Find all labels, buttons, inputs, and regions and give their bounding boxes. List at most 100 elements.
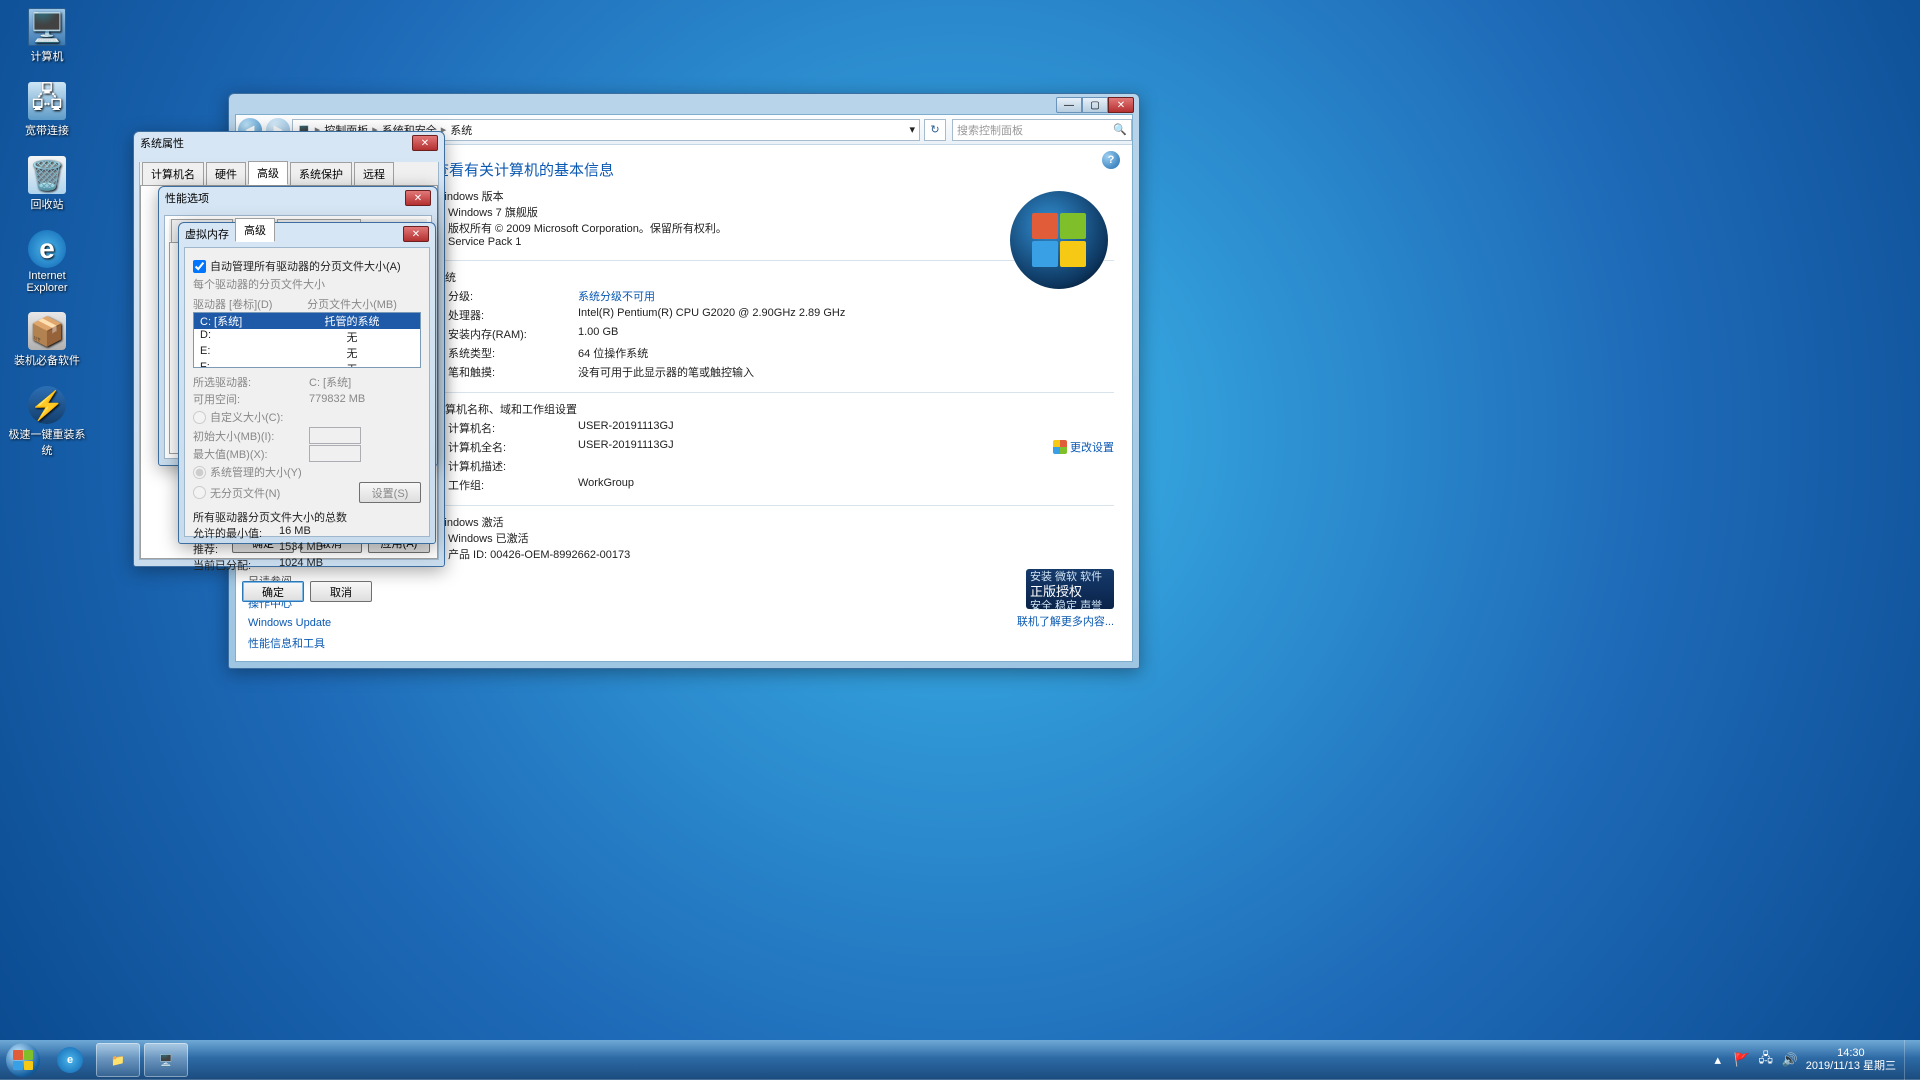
desktop-icon-label: 计算机 [8, 48, 86, 64]
desktop-icon-label: 宽带连接 [8, 122, 86, 138]
section-edition-header: Windows 版本 [434, 188, 1114, 204]
rating-link[interactable]: 系统分级不可用 [578, 288, 1114, 304]
auto-manage-checkbox[interactable]: 自动管理所有驱动器的分页文件大小(A) [193, 258, 421, 274]
volume-icon[interactable]: 🔊 [1782, 1052, 1798, 1068]
taskbar-explorer[interactable]: 📁 [96, 1043, 140, 1077]
see-also-windows-update[interactable]: Windows Update [248, 617, 404, 629]
min-value: 16 MB [279, 525, 311, 541]
clock-date: 2019/11/13 星期三 [1806, 1060, 1896, 1073]
section-system-header: 系统 [434, 269, 1114, 285]
tab-computer-name[interactable]: 计算机名 [142, 162, 204, 185]
show-desktop-button[interactable] [1904, 1040, 1916, 1080]
system-tray: ▴ 🚩 🖧 🔊 14:30 2019/11/13 星期三 [1710, 1040, 1920, 1080]
dialog-title: 性能选项 [165, 190, 209, 206]
rec-value: 1534 MB [279, 541, 323, 557]
computer-name: USER-20191113GJ [578, 420, 1114, 436]
section-domain-header: 计算机名称、域和工作组设置 [434, 401, 1114, 417]
cur-value: 1024 MB [279, 557, 323, 573]
desktop-icon-installer[interactable]: 📦 装机必备软件 [8, 312, 86, 368]
virtual-memory-dialog: 虚拟内存 ✕ 自动管理所有驱动器的分页文件大小(A) 每个驱动器的分页文件大小 … [178, 222, 436, 544]
action-center-icon[interactable]: 🚩 [1734, 1052, 1750, 1068]
desktop-icon-ie[interactable]: eInternet Explorer [8, 230, 86, 294]
change-settings-link[interactable]: 更改设置 [1053, 439, 1114, 455]
main-header: 查看有关计算机的基本信息 [434, 159, 1114, 180]
section-activation-header: Windows 激活 [434, 514, 1114, 530]
breadcrumb-item[interactable]: 系统 [450, 122, 472, 138]
help-icon[interactable]: ? [1102, 151, 1120, 169]
close-button[interactable]: ✕ [1108, 97, 1134, 113]
minimize-button[interactable]: — [1056, 97, 1082, 113]
dialog-title: 虚拟内存 [185, 226, 229, 242]
maximize-button[interactable]: ▢ [1082, 97, 1108, 113]
dialog-title: 系统属性 [140, 135, 184, 151]
desktop-icon-network[interactable]: 🖧 宽带连接 [8, 82, 86, 138]
set-button: 设置(S) [359, 482, 421, 503]
taskbar-ie[interactable]: e [48, 1043, 92, 1077]
see-also-performance[interactable]: 性能信息和工具 [248, 635, 404, 651]
desktop-icon-recycle[interactable]: 🗑️ 回收站 [8, 156, 86, 212]
free-space: 779832 MB [309, 393, 365, 405]
desktop-icon-label: 回收站 [8, 196, 86, 212]
desktop-icons: 🖥️ 计算机 🖧 宽带连接 🗑️ 回收站 eInternet Explorer 📦 装机… [8, 8, 88, 476]
computer-icon: 🖥️ [28, 8, 66, 46]
desktop-icon-label: Internet Explorer [8, 270, 86, 294]
drive-list[interactable]: C: [系统]托管的系统 D:无 E:无 F:无 [193, 312, 421, 368]
tray-overflow-button[interactable]: ▴ [1710, 1052, 1726, 1068]
tab-protection[interactable]: 系统保护 [290, 162, 352, 185]
desktop-icon-reinstall[interactable]: ⚡极速一键重装系统 [8, 386, 86, 458]
cpu-value: Intel(R) Pentium(R) CPU G2020 @ 2.90GHz … [578, 307, 1114, 323]
drive-row[interactable]: F:无 [194, 361, 420, 368]
refresh-button[interactable]: ↻ [924, 119, 946, 141]
radio-custom-size: 自定义大小(C): [193, 409, 421, 425]
cancel-button[interactable]: 取消 [310, 581, 372, 602]
full-computer-name: USER-20191113GJ [578, 439, 1114, 455]
pen-value: 没有可用于此显示器的笔或触控输入 [578, 364, 1114, 380]
taskbar: e 📁 🖥️ ▴ 🚩 🖧 🔊 14:30 2019/11/13 星期三 [0, 1040, 1920, 1080]
window-controls: — ▢ ✕ [1056, 97, 1134, 113]
drive-row[interactable]: D:无 [194, 329, 420, 345]
ie-icon: e [57, 1047, 83, 1073]
tab-advanced[interactable]: 高级 [235, 218, 275, 242]
clock[interactable]: 14:30 2019/11/13 星期三 [1806, 1047, 1896, 1072]
computer-desc [578, 458, 1114, 474]
taskbar-system[interactable]: 🖥️ [144, 1043, 188, 1077]
search-input[interactable]: 搜索控制面板🔍 [952, 119, 1132, 141]
activation-status: Windows 已激活 [448, 530, 1114, 546]
network-icon: 🖧 [28, 82, 66, 120]
app-icon: 📦 [28, 312, 66, 350]
explorer-icon: 📁 [111, 1054, 125, 1067]
windows-logo-icon [1010, 191, 1108, 289]
windows-logo-icon [6, 1043, 40, 1077]
desktop-icon-computer[interactable]: 🖥️ 计算机 [8, 8, 86, 64]
network-icon[interactable]: 🖧 [1758, 1052, 1774, 1068]
radio-system-managed: 系统管理的大小(Y) [193, 464, 421, 480]
recycle-bin-icon: 🗑️ [28, 156, 66, 194]
close-button[interactable]: ✕ [405, 190, 431, 206]
initial-size-input [309, 427, 361, 444]
type-value: 64 位操作系统 [578, 345, 1114, 361]
close-button[interactable]: ✕ [412, 135, 438, 151]
tab-hardware[interactable]: 硬件 [206, 162, 246, 185]
search-icon: 🔍 [1113, 123, 1127, 136]
radio-no-pagefile: 无分页文件(N) [193, 485, 359, 501]
ie-icon: e [28, 230, 66, 268]
drive-row[interactable]: E:无 [194, 345, 420, 361]
desktop-icon-label: 装机必备软件 [8, 352, 86, 368]
col-drive: 驱动器 [卷标](D) [193, 296, 283, 312]
lightning-icon: ⚡ [28, 386, 66, 424]
tab-advanced[interactable]: 高级 [248, 161, 288, 185]
genuine-badge: 安装 微软 软件 正版授权 安全 稳定 声誉 [1026, 569, 1114, 609]
desktop-icon-label: 极速一键重装系统 [8, 426, 86, 458]
drive-row[interactable]: C: [系统]托管的系统 [194, 313, 420, 329]
close-button[interactable]: ✕ [403, 226, 429, 242]
max-size-input [309, 445, 361, 462]
ok-button[interactable]: 确定 [242, 581, 304, 602]
tab-remote[interactable]: 远程 [354, 162, 394, 185]
computer-icon: 🖥️ [159, 1054, 173, 1067]
start-button[interactable] [0, 1040, 46, 1080]
clock-time: 14:30 [1806, 1047, 1896, 1060]
col-size: 分页文件大小(MB) [283, 296, 421, 312]
learn-more-link[interactable]: 联机了解更多内容... [1017, 613, 1114, 629]
tab-strip: 计算机名 硬件 高级 系统保护 远程 [140, 162, 438, 184]
selected-drive: C: [系统] [309, 374, 351, 390]
